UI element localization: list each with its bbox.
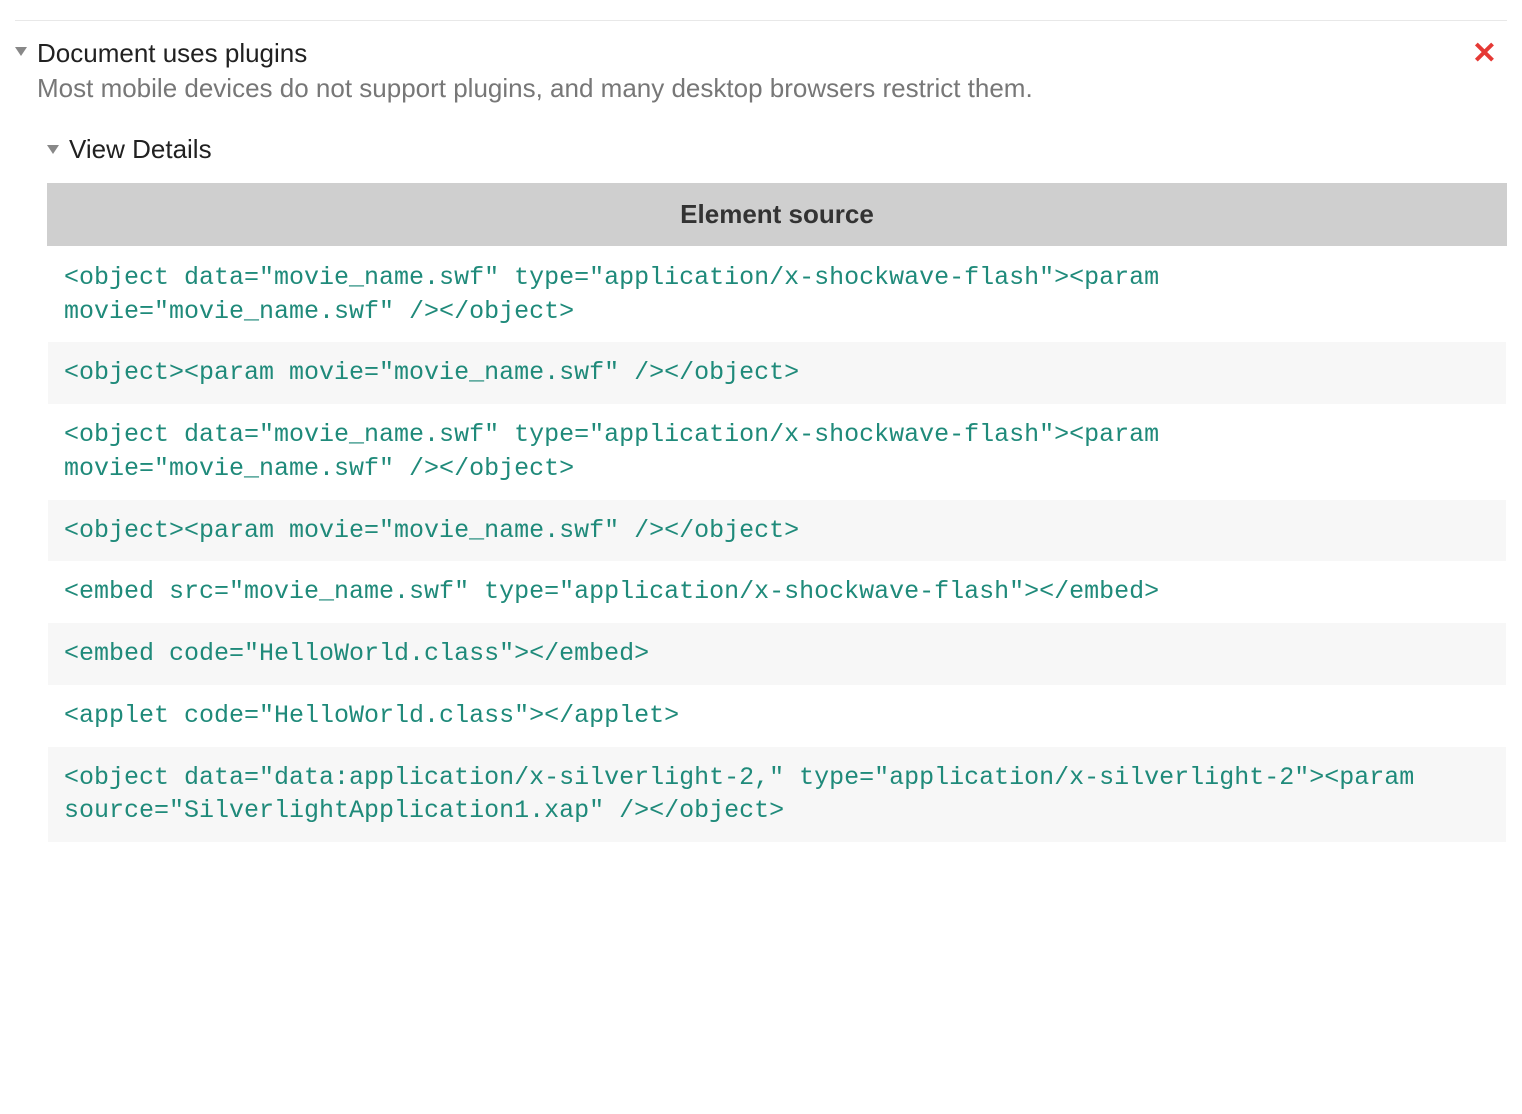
table-row: <object><param movie="movie_name.swf" />… [48, 342, 1506, 404]
table-row: <object data="movie_name.swf" type="appl… [48, 247, 1506, 343]
details-label: View Details [69, 134, 212, 165]
close-icon[interactable]: ✕ [1472, 39, 1497, 69]
details-toggle[interactable]: View Details [47, 134, 1507, 165]
details-section: View Details Element source <object data… [47, 134, 1507, 843]
table-body: <object data="movie_name.swf" type="appl… [47, 246, 1507, 843]
audit-title: Document uses plugins [37, 37, 307, 71]
chevron-down-icon[interactable] [15, 47, 27, 56]
table-row: <embed src="movie_name.swf" type="applic… [48, 561, 1506, 623]
table-row: <object data="movie_name.swf" type="appl… [48, 404, 1506, 500]
table-row: <object><param movie="movie_name.swf" />… [48, 500, 1506, 562]
table-row: <applet code="HelloWorld.class"></applet… [48, 685, 1506, 747]
table-header: Element source [47, 183, 1507, 246]
element-source-table: Element source <object data="movie_name.… [47, 183, 1507, 843]
audit-subtitle: Most mobile devices do not support plugi… [37, 71, 1507, 106]
table-row: <embed code="HelloWorld.class"></embed> [48, 623, 1506, 685]
audit-item: ✕ Document uses plugins Most mobile devi… [15, 20, 1507, 843]
audit-header: Document uses plugins [15, 37, 1507, 71]
table-row: <object data="data:application/x-silverl… [48, 747, 1506, 843]
chevron-down-icon [47, 145, 59, 154]
